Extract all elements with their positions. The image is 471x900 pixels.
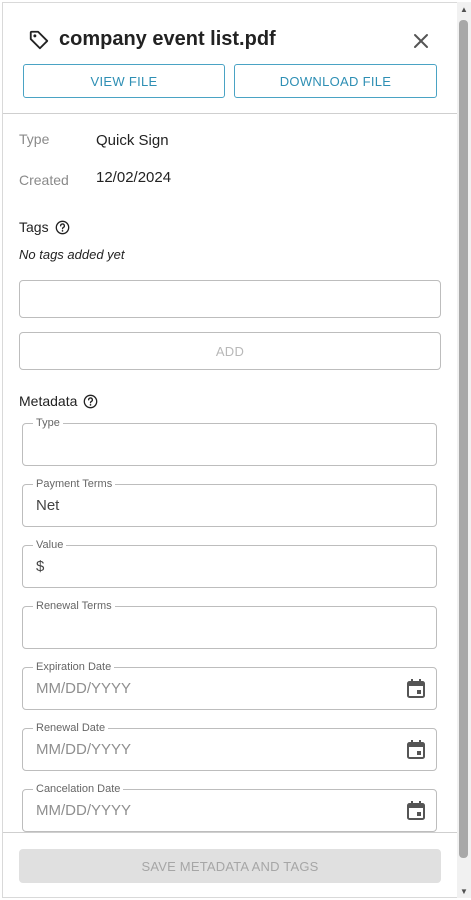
download-file-button[interactable]: DOWNLOAD FILE xyxy=(234,64,437,98)
renewal-date-field[interactable]: Renewal Date MM/DD/YYYY xyxy=(22,721,437,771)
tag-icon xyxy=(29,30,49,50)
scroll-thumb[interactable] xyxy=(459,20,468,858)
calendar-icon[interactable] xyxy=(406,800,426,821)
created-value: 12/02/2024 xyxy=(96,169,172,186)
file-title: company event list.pdf xyxy=(59,28,276,50)
field-value: $ xyxy=(36,558,45,575)
calendar-icon[interactable] xyxy=(406,678,426,699)
metadata-label: Metadata xyxy=(19,393,78,409)
cancelation-date-field[interactable]: Cancelation Date MM/DD/YYYY xyxy=(22,782,437,832)
calendar-icon[interactable] xyxy=(406,739,426,760)
help-circle-icon[interactable] xyxy=(83,394,98,409)
metadata-heading: Metadata xyxy=(19,393,98,409)
help-circle-icon[interactable] xyxy=(55,220,70,235)
view-file-button[interactable]: VIEW FILE xyxy=(23,64,225,98)
tags-label: Tags xyxy=(19,219,49,235)
field-value: Net xyxy=(36,497,60,514)
date-placeholder: MM/DD/YYYY xyxy=(36,802,132,819)
field-label: Cancelation Date xyxy=(33,782,124,796)
save-metadata-button[interactable]: SAVE METADATA AND TAGS xyxy=(19,849,441,883)
tag-input[interactable] xyxy=(19,280,441,318)
type-value: Quick Sign xyxy=(96,132,169,149)
close-icon[interactable] xyxy=(411,31,431,51)
tags-heading: Tags xyxy=(19,219,70,235)
payment-terms-field[interactable]: Payment Terms Net xyxy=(22,477,437,527)
scroll-down-arrow-icon[interactable]: ▼ xyxy=(457,884,471,898)
value-field[interactable]: Value $ xyxy=(22,538,437,588)
expiration-date-field[interactable]: Expiration Date MM/DD/YYYY xyxy=(22,660,437,710)
date-placeholder: MM/DD/YYYY xyxy=(36,741,132,758)
field-label: Value xyxy=(33,538,67,552)
type-label: Type xyxy=(19,131,50,147)
date-placeholder: MM/DD/YYYY xyxy=(36,680,132,697)
scrollbar[interactable]: ▲ ▼ xyxy=(457,2,471,898)
scroll-up-arrow-icon[interactable]: ▲ xyxy=(457,2,471,16)
type-field[interactable]: Type xyxy=(22,416,437,466)
field-label: Type xyxy=(33,416,63,430)
renewal-terms-field[interactable]: Renewal Terms xyxy=(22,599,437,649)
field-label: Renewal Date xyxy=(33,721,109,735)
panel-header: company event list.pdf VIEW FILE DOWNLOA… xyxy=(3,3,458,114)
field-label: Expiration Date xyxy=(33,660,115,674)
field-label: Payment Terms xyxy=(33,477,116,491)
metadata-panel: company event list.pdf VIEW FILE DOWNLOA… xyxy=(2,2,458,898)
field-label: Renewal Terms xyxy=(33,599,115,613)
add-tag-button[interactable]: ADD xyxy=(19,332,441,370)
created-label: Created xyxy=(19,172,69,188)
no-tags-text: No tags added yet xyxy=(19,247,125,262)
